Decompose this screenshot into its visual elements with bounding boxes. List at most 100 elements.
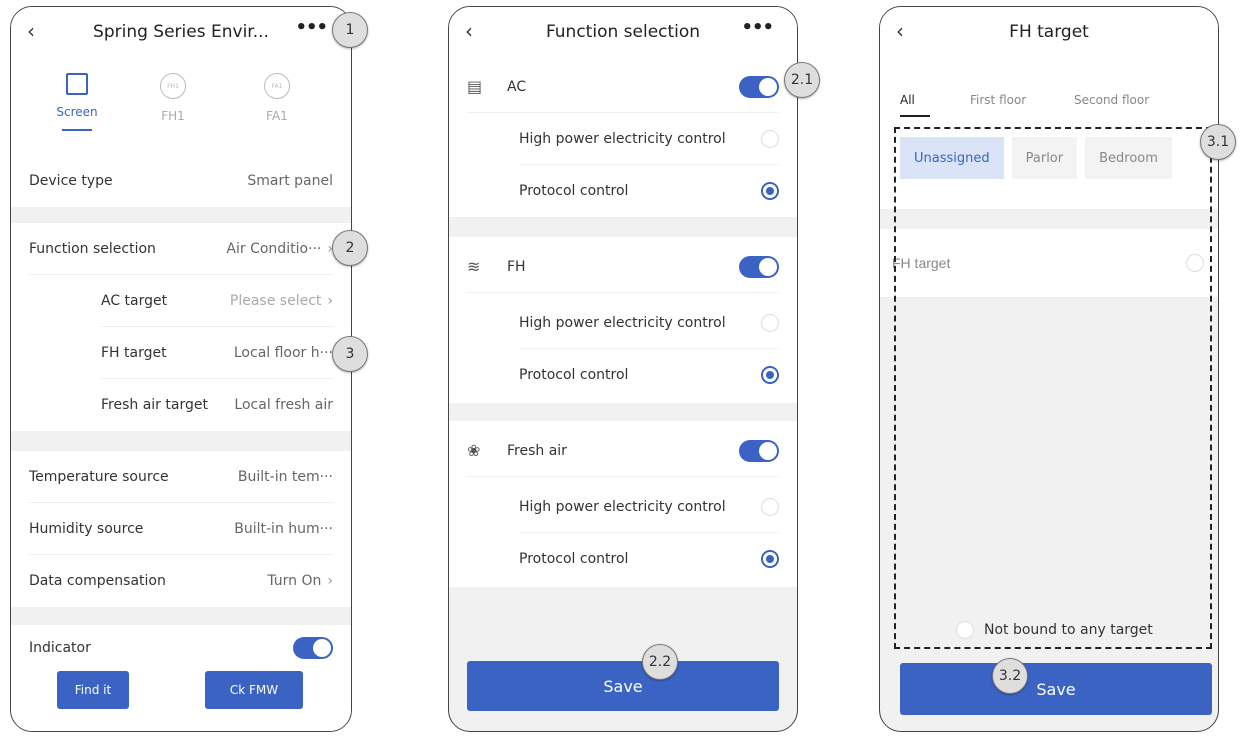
function-selection-screen: ‹ Function selection ••• ▤ AC High power…: [448, 6, 798, 732]
fh-group: ≋ FH High power electricity control Prot…: [449, 237, 797, 403]
row-label: Function selection: [29, 240, 156, 257]
active-tab-indicator: [900, 115, 930, 117]
row-value: Local fresh air: [234, 397, 333, 413]
indicator-row: Indicator: [29, 625, 333, 671]
callout-2-2: 2.2: [642, 644, 678, 680]
row-value: Smart panel: [247, 173, 333, 189]
row-value: Air Conditio···: [226, 240, 322, 257]
more-options-icon[interactable]: •••: [295, 17, 328, 38]
radio-button-selected[interactable]: [761, 366, 779, 384]
row-label: Indicator: [29, 640, 91, 656]
fh-target-screen: ‹ FH target All First floor Second floor…: [879, 6, 1219, 732]
temperature-source-row[interactable]: Temperature source Built-in tem···: [29, 451, 333, 503]
ac-unit-icon: ▤: [467, 77, 483, 96]
row-label: FH target: [101, 344, 167, 361]
tab-second-floor[interactable]: Second floor: [1074, 93, 1149, 107]
option-label: High power electricity control: [519, 314, 726, 331]
ac-target-row[interactable]: AC target Please select ›: [101, 275, 333, 327]
page-title: FH target: [1009, 22, 1089, 42]
fresh-air-group-header: ❀ Fresh air: [467, 425, 779, 477]
option-label: Protocol control: [519, 551, 629, 567]
fresh-air-target-row[interactable]: Fresh air target Local fresh air: [101, 379, 333, 431]
row-label: Device type: [29, 173, 113, 189]
callout-1: 1: [332, 12, 368, 48]
row-label: Humidity source: [29, 520, 144, 537]
header: ‹ Function selection •••: [449, 7, 797, 59]
tab-label: FA1: [266, 109, 288, 123]
row-value: Built-in hum···: [234, 520, 333, 537]
device-settings-screen: ‹ Spring Series Envir... ••• Screen FH1 …: [10, 6, 352, 732]
option-label: Protocol control: [519, 367, 629, 383]
radio-button[interactable]: [761, 497, 779, 516]
device-tabs: Screen FH1 FH1 FA1 FA1: [11, 59, 351, 155]
fh-group-header: ≋ FH: [467, 241, 779, 293]
floor-tabs: All First floor Second floor: [880, 69, 1218, 125]
fh-protocol-option[interactable]: Protocol control: [519, 349, 779, 401]
row-label: Fresh air target: [101, 397, 208, 413]
header: ‹ FH target: [880, 7, 1218, 69]
ac-protocol-option[interactable]: Protocol control: [519, 165, 779, 217]
function-selection-row[interactable]: Function selection Air Conditio··· ›: [29, 223, 333, 275]
humidity-source-row[interactable]: Humidity source Built-in hum···: [29, 503, 333, 555]
fresh-air-protocol-option[interactable]: Protocol control: [519, 533, 779, 585]
group-label: Fresh air: [507, 442, 567, 459]
chevron-right-icon: ›: [327, 292, 333, 309]
row-label: AC target: [101, 292, 168, 309]
callout-3-2: 3.2: [992, 658, 1028, 694]
fa1-icon: FA1: [264, 73, 290, 99]
ac-group-header: ▤ AC: [467, 61, 779, 113]
callout-area-outline: [894, 127, 1212, 649]
callout-3: 3: [332, 336, 368, 372]
chevron-right-icon: ›: [327, 573, 333, 589]
tab-label: Screen: [56, 105, 98, 119]
option-label: Protocol control: [519, 183, 629, 199]
sensor-section: Temperature source Built-in tem··· Humid…: [11, 451, 351, 607]
radio-button-selected[interactable]: [761, 182, 779, 200]
row-value: Local floor h···: [233, 344, 333, 361]
group-label: AC: [507, 78, 527, 95]
callout-2: 2: [332, 230, 368, 266]
data-compensation-row[interactable]: Data compensation Turn On ›: [29, 555, 333, 607]
save-button[interactable]: Save: [467, 661, 779, 711]
callout-3-1: 3.1: [1200, 124, 1236, 160]
row-value: Turn On: [267, 573, 322, 589]
fresh-air-high-power-option[interactable]: High power electricity control: [519, 481, 779, 533]
fresh-air-toggle[interactable]: [739, 439, 779, 462]
option-label: High power electricity control: [519, 130, 726, 147]
fh-high-power-option[interactable]: High power electricity control: [519, 297, 779, 349]
row-label: Temperature source: [29, 468, 169, 485]
screen-icon: [66, 73, 88, 95]
group-label: FH: [507, 258, 526, 275]
active-tab-indicator: [62, 129, 92, 131]
tab-first-floor[interactable]: First floor: [970, 93, 1026, 107]
fh-target-row[interactable]: FH target Local floor h···: [101, 327, 333, 379]
row-value: Built-in tem···: [237, 468, 333, 485]
tab-screen[interactable]: Screen: [47, 73, 107, 131]
tab-fh1[interactable]: FH1 FH1: [143, 73, 203, 123]
header: ‹ Spring Series Envir... •••: [11, 7, 351, 59]
floor-heating-icon: ≋: [467, 257, 481, 276]
tab-fa1[interactable]: FA1 FA1: [247, 73, 307, 123]
tab-all[interactable]: All: [900, 93, 915, 107]
radio-button-selected[interactable]: [761, 550, 779, 568]
option-label: High power electricity control: [519, 498, 726, 515]
radio-button[interactable]: [761, 313, 779, 332]
indicator-section: Indicator Find it Ck FMW: [11, 625, 351, 731]
save-button[interactable]: Save: [900, 663, 1212, 715]
ac-toggle[interactable]: [739, 75, 779, 98]
ac-group: ▤ AC High power electricity control Prot…: [449, 59, 797, 217]
indicator-toggle[interactable]: [293, 637, 333, 659]
function-section: Function selection Air Conditio··· › AC …: [11, 223, 351, 431]
radio-button[interactable]: [761, 129, 779, 148]
check-firmware-button[interactable]: Ck FMW: [205, 671, 303, 709]
row-label: Data compensation: [29, 573, 166, 589]
fh-toggle[interactable]: [739, 255, 779, 278]
tab-label: FH1: [161, 109, 185, 123]
fresh-air-group: ❀ Fresh air High power electricity contr…: [449, 421, 797, 587]
ac-high-power-option[interactable]: High power electricity control: [519, 113, 779, 165]
fh1-icon: FH1: [160, 73, 186, 99]
more-options-icon[interactable]: •••: [741, 17, 774, 38]
callout-2-1: 2.1: [784, 62, 820, 98]
find-it-button[interactable]: Find it: [57, 671, 129, 709]
fresh-air-icon: ❀: [467, 441, 481, 460]
